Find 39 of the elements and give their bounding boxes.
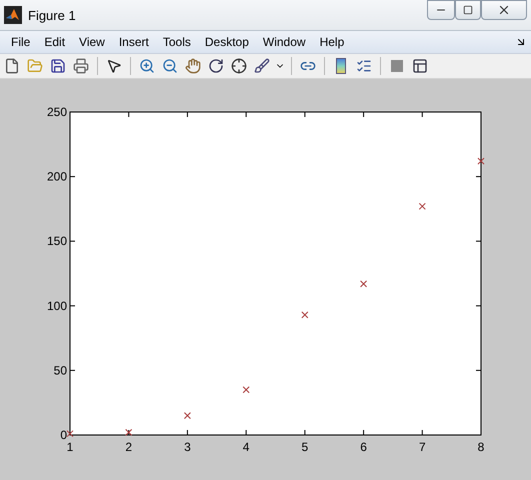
data-point-marker [418,202,426,210]
y-tick-label: 100 [46,298,67,313]
x-tick-label: 1 [66,440,74,454]
x-tick-label: 7 [418,440,426,454]
hand-icon[interactable] [183,56,203,76]
close-icon [497,3,511,17]
y-tick-label: 50 [54,363,67,378]
data-point-marker [478,158,484,165]
x-tick-label: 6 [360,440,367,454]
window-title: Figure 1 [28,8,76,22]
crosshair-icon[interactable] [229,56,249,76]
y-tick-label: 200 [46,170,67,184]
x-tick-label: 3 [184,440,191,454]
menu-item[interactable]: Help [312,35,352,49]
menu-item[interactable]: Insert [112,35,156,49]
y-tick-label: 250 [46,105,67,119]
menu-item[interactable]: File [4,35,38,49]
data-point-marker [66,430,74,438]
maximize-button[interactable] [455,0,481,20]
data-point-marker [184,412,191,420]
menu-item[interactable]: Tools [156,35,198,49]
menu-item[interactable]: Desktop [198,35,256,49]
close-button[interactable] [481,0,527,20]
x-tick-label: 4 [242,440,250,454]
data-point-marker [125,428,132,436]
x-tick-label: 8 [478,440,484,454]
menu-item[interactable]: View [72,35,112,49]
data-point-marker [360,280,368,288]
x-tick-label: 2 [125,440,132,454]
menu-item[interactable]: Window [256,35,313,49]
menu-item[interactable]: Edit [37,35,72,49]
y-tick-label: 0 [60,428,67,442]
matlab-logo-icon [4,6,22,24]
x-tick-label: 5 [302,440,308,454]
printer-icon[interactable] [71,56,91,76]
data-point-marker [301,311,308,318]
data-point-marker [242,386,250,394]
y-tick-label: 150 [46,234,67,248]
maximize-icon [463,5,473,15]
